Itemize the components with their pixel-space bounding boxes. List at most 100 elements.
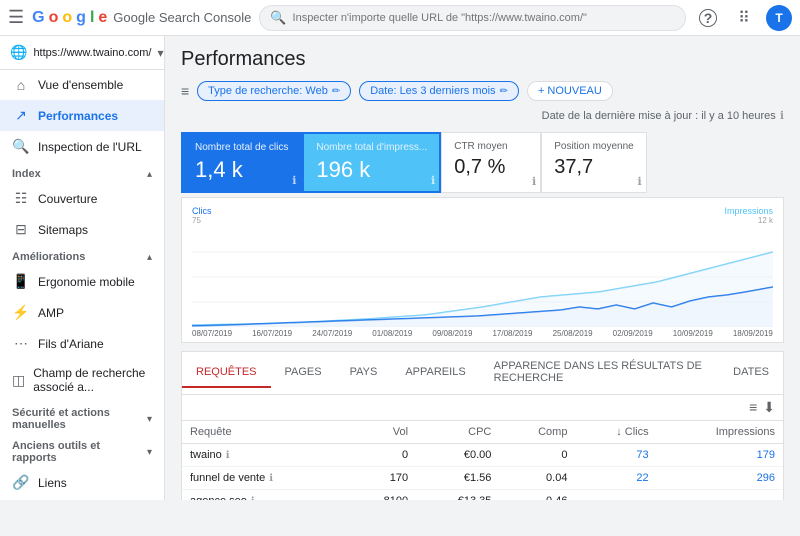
col-impressions: Impressions [657,421,783,444]
index-chevron-icon: ▴ [147,169,152,180]
sidebar-item-vue-ensemble[interactable]: ⌂ Vue d'ensemble [0,70,164,100]
chevron-down-icon: ▾ [157,46,163,60]
avatar[interactable]: T [766,5,792,31]
links-icon: 🔗 [12,474,30,491]
metric-impressions-info[interactable]: ℹ [431,174,435,187]
tab-pages[interactable]: PAGES [271,358,336,388]
query-info-icon-2[interactable]: ℹ [251,496,255,501]
amp-icon: ⚡ [12,304,30,321]
filter-chip-type[interactable]: Type de recherche: Web ✏ [197,81,351,101]
main-content: Performances ≡ Type de recherche: Web ✏ … [165,36,800,500]
comp-1: 0.04 [499,467,575,490]
table-row: funnel de vente ℹ 170 €1.56 0.04 22 296 [182,467,783,490]
performance-chart [192,227,773,327]
search-input[interactable] [293,12,675,24]
tab-appareils[interactable]: APPAREILS [391,358,479,388]
sidebar-item-champ[interactable]: ◫ Champ de recherche associé a... [0,359,164,401]
metric-clics-label: Nombre total de clics [195,142,288,153]
logo-o1: o [49,9,59,27]
edit-date-icon: ✏ [500,86,508,97]
query-info-icon-0[interactable]: ℹ [226,450,230,461]
sidebar-section-ameliorations[interactable]: Améliorations ▴ [0,245,164,266]
vol-1: 170 [348,467,416,490]
query-cell-1: funnel de vente ℹ [182,467,348,490]
metric-card-impressions[interactable]: Nombre total d'impress... 196 k ℹ [302,132,441,193]
anciens-chevron-icon: ▾ [147,447,152,458]
sidebar-item-inspection[interactable]: 🔍 Inspection de l'URL [0,131,164,162]
comp-0: 0 [499,444,575,467]
sidebar-item-liens[interactable]: 🔗 Liens [0,467,164,498]
sidebar-section-securite[interactable]: Sécurité et actions manuelles ▾ [0,401,164,434]
mobile-icon: 📱 [12,273,30,290]
download-icon[interactable]: ⬇ [763,399,775,416]
metric-ctr-info[interactable]: ℹ [532,175,536,188]
sidebar-item-amp[interactable]: ⚡ AMP [0,297,164,328]
searchbox-icon: ◫ [12,372,25,389]
search-bar[interactable]: 🔍 [259,5,686,31]
filter-table-icon[interactable]: ≡ [749,399,757,416]
site-selector[interactable]: 🌐 https://www.twaino.com/ ▾ [0,36,164,70]
logo-o2: o [62,9,72,27]
tab-pays[interactable]: PAYS [336,358,392,388]
apps-icon[interactable]: ⠿ [730,4,758,32]
breadcrumb-icon: ⋯ [12,335,30,352]
metric-card-ctr[interactable]: CTR moyen 0,7 % ℹ [441,132,541,193]
site-url: https://www.twaino.com/ [33,47,151,59]
metric-impressions-value: 196 k [316,157,427,183]
tab-requetes[interactable]: REQUÊTES [182,358,271,388]
metric-position-info[interactable]: ℹ [638,175,642,188]
clics-1: 22 [575,467,656,490]
securite-section-title: Sécurité et actions manuelles [12,407,147,431]
help-icon[interactable]: ? [694,4,722,32]
vol-0: 0 [348,444,416,467]
col-vol: Vol [348,421,416,444]
metrics-row: Nombre total de clics 1,4 k ℹ Nombre tot… [181,132,784,193]
table-row: agence seo ℹ 8100 €13.35 0.46 [182,490,783,501]
sidebar: 🌐 https://www.twaino.com/ ▾ ⌂ Vue d'ense… [0,36,165,500]
col-comp: Comp [499,421,575,444]
col-clics[interactable]: ↓ Clics [575,421,656,444]
metric-clics-info[interactable]: ℹ [292,174,296,187]
sidebar-item-fils-ariane[interactable]: ⋯ Fils d'Ariane [0,328,164,359]
hamburger-icon[interactable]: ☰ [8,7,24,28]
sidebar-section-index[interactable]: Index ▴ [0,162,164,183]
sidebar-item-performances[interactable]: ↗ Performances [0,100,164,131]
chart-y-label-right: Impressions [724,206,773,216]
impressions-0: 179 [657,444,783,467]
table-toolbar: ≡ ⬇ [182,395,783,421]
filter-icon[interactable]: ≡ [181,83,189,99]
new-filter-label: + NOUVEAU [538,85,602,97]
search-url-icon: 🔍 [12,138,30,155]
layout: 🌐 https://www.twaino.com/ ▾ ⌂ Vue d'ense… [0,36,800,500]
tab-dates[interactable]: DATES [719,358,783,388]
sidebar-section-anciens[interactable]: Anciens outils et rapports ▾ [0,434,164,467]
x-label-6: 25/08/2019 [553,329,593,338]
metric-card-clics[interactable]: Nombre total de clics 1,4 k ℹ [181,132,302,193]
sidebar-item-ergonomie[interactable]: 📱 Ergonomie mobile [0,266,164,297]
sidebar-label-vue-ensemble: Vue d'ensemble [38,78,123,92]
query-cell-0: twaino ℹ [182,444,348,467]
sidebar-item-couverture[interactable]: ☷ Couverture [0,183,164,214]
filter-chip-date-label: Date: Les 3 derniers mois [370,85,495,97]
clics-2 [575,490,656,501]
x-label-5: 17/08/2019 [492,329,532,338]
sidebar-item-sitemaps[interactable]: ⊟ Sitemaps [0,214,164,245]
sidebar-label-liens: Liens [38,476,67,490]
chart-area [192,227,773,327]
ameliorations-chevron-icon: ▴ [147,252,152,263]
cpc-2: €13.35 [416,490,499,501]
filters-bar: ≡ Type de recherche: Web ✏ Date: Les 3 d… [181,81,784,122]
filter-chip-date[interactable]: Date: Les 3 derniers mois ✏ [359,81,519,101]
col-requete: Requête [182,421,348,444]
query-info-icon-1[interactable]: ℹ [269,473,273,484]
sitemaps-icon: ⊟ [12,221,30,238]
last-update-text: Date de la dernière mise à jour : il y a… [542,109,784,122]
sidebar-label-fils-ariane: Fils d'Ariane [38,337,104,351]
logo-g: G [32,9,44,27]
new-filter-button[interactable]: + NOUVEAU [527,81,613,101]
table-row: twaino ℹ 0 €0.00 0 73 179 [182,444,783,467]
site-icon: 🌐 [10,44,27,61]
vol-2: 8100 [348,490,416,501]
metric-card-position[interactable]: Position moyenne 37,7 ℹ [541,132,647,193]
tab-apparence[interactable]: APPARENCE DANS LES RÉSULTATS DE RECHERCH… [480,352,719,394]
